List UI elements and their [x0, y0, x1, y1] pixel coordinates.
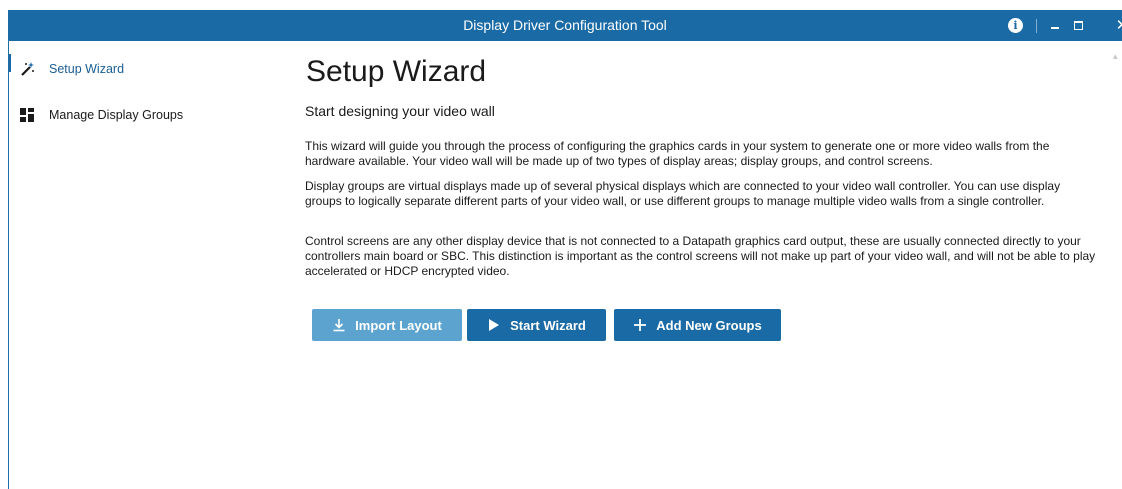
- scrollbar-up-arrow[interactable]: ▴: [1113, 48, 1121, 64]
- sidebar-item-label: Setup Wizard: [49, 62, 125, 76]
- plus-icon: [633, 318, 647, 332]
- app-window: Display Driver Configuration Tool i ✕ ▴ …: [0, 0, 1122, 489]
- import-layout-button[interactable]: Import Layout: [312, 309, 462, 341]
- title-bar[interactable]: Display Driver Configuration Tool i ✕: [8, 10, 1122, 41]
- window-title: Display Driver Configuration Tool: [463, 17, 667, 33]
- titlebar-separator: [1036, 19, 1037, 33]
- import-layout-label: Import Layout: [355, 317, 442, 333]
- close-icon[interactable]: ✕: [1114, 10, 1122, 41]
- sidebar-item-setup-wizard[interactable]: Setup Wizard: [9, 54, 279, 82]
- start-wizard-label: Start Wizard: [510, 317, 586, 333]
- download-icon: [332, 318, 346, 332]
- add-new-groups-button[interactable]: Add New Groups: [614, 309, 781, 341]
- page-subtitle: Start designing your video wall: [305, 103, 495, 119]
- sidebar-item-label: Manage Display Groups: [49, 108, 184, 122]
- magic-wand-icon: [19, 61, 35, 77]
- info-icon[interactable]: i: [1008, 18, 1023, 33]
- control-screens-paragraph: Control screens are any other display de…: [305, 234, 1096, 278]
- add-new-groups-label: Add New Groups: [656, 317, 762, 333]
- intro-paragraph: This wizard will guide you through the p…: [305, 139, 1050, 168]
- active-indicator: [9, 54, 11, 72]
- display-groups-paragraph: Display groups are virtual displays made…: [305, 179, 1061, 208]
- maximize-icon[interactable]: [1068, 10, 1088, 41]
- minimize-icon[interactable]: [1045, 10, 1065, 41]
- grid-icon: [19, 107, 35, 123]
- play-icon: [487, 318, 501, 332]
- page-title: Setup Wizard: [306, 55, 487, 88]
- start-wizard-button[interactable]: Start Wizard: [467, 309, 606, 341]
- sidebar-item-manage-display-groups[interactable]: Manage Display Groups: [9, 102, 279, 128]
